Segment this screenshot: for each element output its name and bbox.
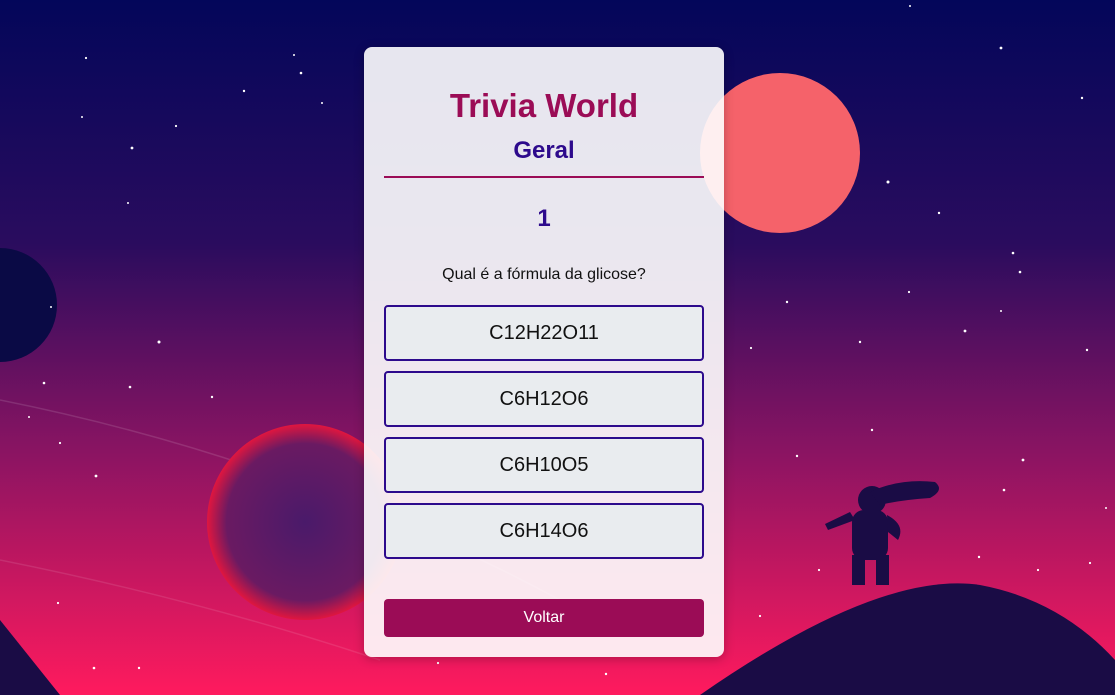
question-number: 1: [537, 205, 551, 232]
back-button[interactable]: Voltar: [384, 599, 704, 637]
question-text: Qual é a fórmula da glicose?: [442, 266, 646, 283]
answer-option-button[interactable]: C6H14O6: [384, 503, 704, 559]
answer-option-button[interactable]: C12H22O11: [384, 305, 704, 361]
answer-option-button[interactable]: C6H10O5: [384, 437, 704, 493]
app-title: Trivia World: [449, 87, 639, 124]
answer-option-button[interactable]: C6H12O6: [384, 371, 704, 427]
divider: [384, 176, 704, 178]
quiz-card: Trivia World Geral 1 Qual é a fórmula da…: [364, 47, 724, 657]
category-label: Geral: [513, 137, 575, 164]
red-planet: [700, 73, 860, 233]
